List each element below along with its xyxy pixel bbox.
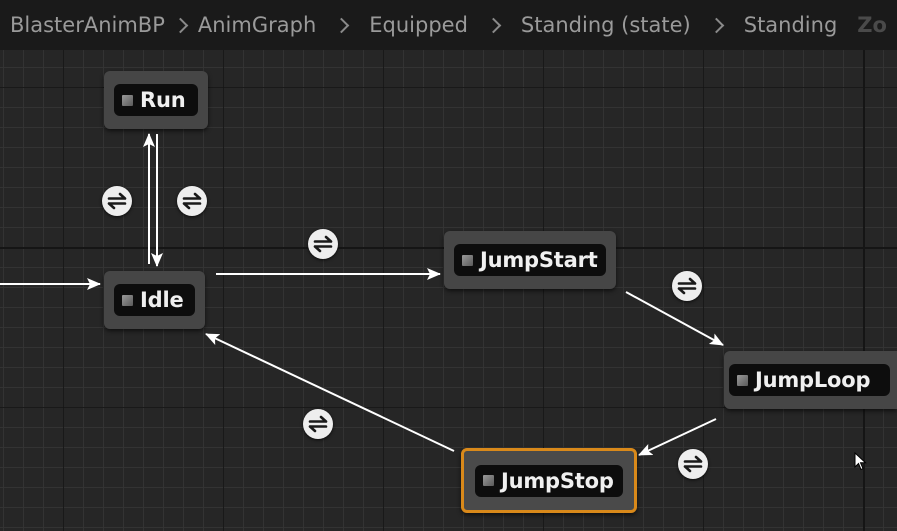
breadcrumb-item-animgraph[interactable]: AnimGraph: [198, 13, 316, 37]
chevron-right-icon: [172, 17, 189, 33]
state-label: JumpStart: [480, 248, 598, 272]
breadcrumb-item-standing[interactable]: Standing: [744, 13, 838, 37]
state-icon: [483, 475, 494, 486]
breadcrumb-item-standing-state[interactable]: Standing (state): [521, 13, 691, 37]
breadcrumb-item-blasteranimbp[interactable]: BlasterAnimBP: [10, 13, 165, 37]
mouse-cursor-icon: [854, 452, 867, 471]
breadcrumb: BlasterAnimBP AnimGraph Equipped Standin…: [0, 0, 897, 50]
state-icon: [122, 94, 133, 106]
chevron-right-icon: [333, 17, 350, 33]
state-icon: [737, 374, 748, 386]
transition-rule-icon[interactable]: [678, 449, 708, 479]
state-label: Idle: [140, 288, 184, 312]
transition-rule-icon[interactable]: [672, 271, 702, 301]
state-label: JumpStop: [501, 468, 614, 493]
state-node-run[interactable]: Run: [104, 71, 208, 129]
state-icon: [122, 294, 133, 306]
transition-rule-icon[interactable]: [303, 409, 333, 439]
zoom-label: Zo: [857, 13, 887, 37]
graph-canvas[interactable]: Run Idle JumpStart JumpLoop JumpStop: [0, 0, 897, 531]
chevron-right-icon: [485, 17, 502, 33]
state-label: Run: [140, 88, 186, 112]
transition-rule-icon[interactable]: [308, 229, 338, 259]
state-node-jumpstop[interactable]: JumpStop: [461, 448, 637, 513]
transition-rule-icon[interactable]: [177, 186, 207, 216]
state-node-jumploop[interactable]: JumpLoop: [724, 351, 897, 409]
state-node-idle[interactable]: Idle: [104, 271, 205, 329]
transition-rule-icon[interactable]: [102, 186, 132, 216]
state-icon: [462, 254, 473, 266]
breadcrumb-item-equipped[interactable]: Equipped: [369, 13, 468, 37]
state-node-jumpstart[interactable]: JumpStart: [444, 231, 616, 289]
state-label: JumpLoop: [755, 368, 871, 392]
chevron-right-icon: [708, 17, 725, 33]
